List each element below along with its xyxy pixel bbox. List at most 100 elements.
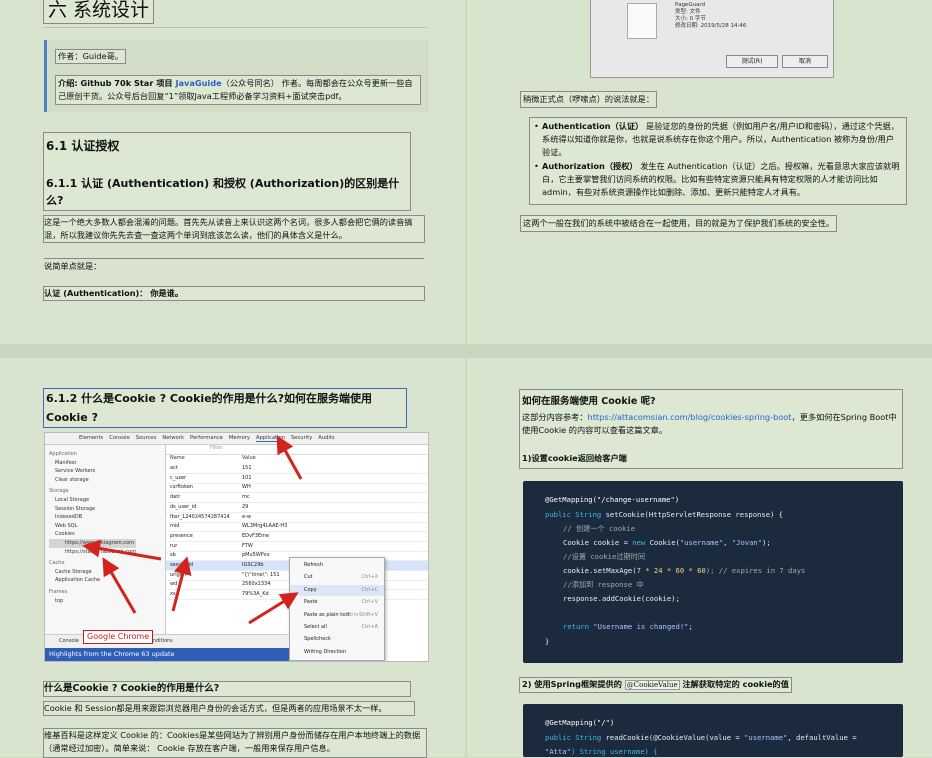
cookie-value-cell: EDvF3Eme	[242, 532, 270, 539]
code-line: Cookie cookie = new Cookie("username", "…	[563, 538, 771, 547]
cookie-paragraph-1: Cookie 和 Session都是用来跟踪浏览器用户身份的会话方式，但是两者的…	[43, 701, 415, 716]
devtools-tab-elements[interactable]: Elements	[79, 435, 103, 441]
sidebar-item[interactable]: Cookies	[49, 530, 136, 539]
sidebar-item[interactable]: Service Workers	[49, 467, 136, 476]
devtools-tabs: Elements Console Sources Network Performance…	[79, 434, 341, 443]
file-icon	[627, 3, 657, 39]
cookie-value-cell: 29	[242, 503, 249, 510]
bullet-dot: •	[534, 121, 539, 131]
col-value-header: Value	[242, 455, 256, 461]
menu-item[interactable]: Paste Ctrl+V	[290, 597, 384, 608]
authorization-term: Authorization（授权）	[542, 161, 638, 171]
table-row[interactable]: act 151	[166, 464, 428, 474]
heading-6-1-2: 6.1.2 什么是Cookie ? Cookie的作用是什么?如何在服务端使用 …	[43, 388, 407, 428]
menu-item-label: Cut	[304, 574, 313, 581]
cookie-paragraph-2: 维基百科是这样定义 Cookie 的：Cookies是某些网站为了辨别用户身份而…	[43, 728, 427, 758]
console-tab[interactable]: Console	[59, 638, 79, 644]
menu-item[interactable]: Paste as plain text Ctrl+Shift+V	[290, 610, 384, 621]
sidebar-item[interactable]: top	[49, 597, 136, 606]
sidebar-item: Application	[49, 451, 77, 457]
sidebar-item[interactable]: Application Cache	[49, 576, 136, 585]
menu-item-shortcut: Ctrl+Shift+V	[345, 611, 378, 618]
menu-item[interactable]: Select all Ctrl+A	[290, 622, 384, 633]
cookie-value-cell: mc	[242, 494, 250, 501]
dlg-type: 类型: 文件	[675, 9, 701, 15]
cookie-name-cell: mid	[170, 523, 180, 530]
highlights-bar: Highlights from the Chrome 63 update	[45, 648, 289, 661]
sidebar-item[interactable]: Web SQL	[49, 522, 136, 531]
sidebar-item[interactable]: IndexedDB	[49, 513, 136, 522]
step-2-a: 2) 使用Spring框架提供的	[522, 679, 625, 689]
sidebar-item[interactable]: Clear storage	[49, 476, 136, 485]
code-line: public String readCookie(@CookieValue(va…	[545, 733, 861, 742]
devtools-tab-audits[interactable]: Audits	[318, 435, 334, 441]
menu-item-label: Refresh	[304, 562, 323, 568]
table-row[interactable]: fbsr_124024574287414 e-w	[166, 513, 428, 523]
auth-paragraph-3: 认证 (Authentication)： 你是谁。	[43, 286, 425, 301]
table-row[interactable]: rur FTW	[166, 542, 428, 552]
table-row[interactable]: presence EDvF3Eme	[166, 532, 428, 542]
formal-lead: 稍微正式点（啰嗦点）的说法就是：	[520, 91, 658, 108]
heading-6-1-1: 6.1.1 认证 (Authentication) 和授权 (Authoriza…	[46, 177, 400, 207]
devtools-tab-application[interactable]: Application	[255, 435, 285, 442]
menu-item[interactable]: Copy Ctrl+C	[290, 584, 384, 596]
auth-definition: 认证 (Authentication)： 你是谁。	[44, 288, 184, 298]
devtools-tab-network[interactable]: Network	[162, 435, 184, 441]
menu-item[interactable]: Cut Ctrl+X	[290, 572, 384, 583]
code-line: //设置 cookie过期时间	[563, 552, 646, 561]
step-2-b: 注解获取特定的 cookie的值	[679, 679, 789, 689]
menu-item[interactable]: Writing Direction	[290, 647, 384, 658]
cookie-value-cell: FTW	[242, 542, 253, 549]
devtools-sidebar: Application Manifest Service Workers Clear …	[45, 445, 166, 634]
cookie-name-cell: act	[170, 465, 178, 471]
cookie-value-cell: e-w	[242, 513, 251, 520]
filter-input[interactable]: Filter	[210, 445, 222, 451]
menu-item-label: Paste as plain text	[304, 611, 350, 618]
table-row[interactable]: c_user 101	[166, 474, 428, 484]
table-row[interactable]: datr mc	[166, 493, 428, 504]
reference-link[interactable]: https://attacomsian.com/blog/cookies-spr…	[588, 412, 792, 422]
sidebar-item[interactable]: Manifest	[49, 459, 136, 468]
code-line: public String setCookie(HttpServletRespo…	[545, 510, 784, 519]
devtools-tab-console[interactable]: Console	[109, 435, 130, 441]
menu-item[interactable]: Refresh	[290, 560, 384, 571]
context-menu: Refresh Cut Ctrl+X Copy Ctrl+C Paste Ctrl+V Pas…	[289, 557, 385, 661]
cookie-name-cell: fbsr_124024574287414	[170, 513, 230, 520]
devtools-tab-security[interactable]: Security	[291, 435, 312, 441]
code-block-read-cookie: @GetMapping("/") public String readCooki…	[523, 704, 903, 757]
sidebar-item[interactable]: https://statics.facebook.com	[49, 548, 136, 557]
javaguide-link[interactable]: JavaGuide	[175, 78, 221, 88]
menu-item-shortcut: Ctrl+V	[361, 599, 378, 606]
devtools-tab-sources[interactable]: Sources	[136, 435, 157, 441]
devtools-tab-memory[interactable]: Memory	[229, 435, 250, 441]
server-cookie-block: 如何在服务端使用 Cookie 呢? 这部分内容参考：https://attac…	[519, 389, 903, 469]
page-top-left: 六 系统设计 作者：Guide哥。 介绍: Github 70k Star 项目…	[0, 0, 465, 344]
menu-item-shortcut: Ctrl+X	[361, 574, 378, 581]
table-row[interactable]: mid WL3Mrg4LAAE-H3	[166, 522, 428, 533]
cookie-name-cell: urlgen	[170, 571, 187, 578]
page-top-right: PageGuard 类型: 文件 大小: 0 字节 修改日期: 2019/5/2…	[467, 0, 932, 344]
combined-usage-paragraph: 这两个一般在我们的系统中被结合在一起使用，目的就是为了保护我们系统的安全性。	[520, 215, 838, 232]
menu-item-label: Copy	[304, 586, 317, 593]
table-row[interactable]: ds_user_id 29	[166, 503, 428, 513]
devtools-filter-bar: Filter	[166, 445, 428, 455]
menu-item-label: Spellcheck	[304, 636, 331, 643]
sidebar-item[interactable]: Cache Storage	[49, 568, 136, 577]
dialog-test-button[interactable]: 测试(R)	[726, 55, 778, 68]
sidebar-item[interactable]: https://www.instagram.com	[49, 538, 136, 548]
ref-a: 这部分内容参考：	[522, 412, 588, 422]
dialog-cancel-button[interactable]: 取消	[782, 55, 828, 68]
cookie-name-cell: sessionid	[170, 562, 194, 568]
table-row[interactable]: csrftoken WH	[166, 483, 428, 494]
cookie-value-cell: 101	[242, 474, 252, 481]
sidebar-item[interactable]: Session Storage	[49, 505, 136, 514]
sidebar-item[interactable]: Local Storage	[49, 496, 136, 505]
sidebar-item: Storage	[49, 488, 69, 495]
menu-item[interactable]: Spellcheck	[290, 634, 384, 645]
highlights-text: Highlights from the Chrome 63 update	[49, 650, 175, 658]
heading-what-is-cookie: 什么是Cookie ? Cookie的作用是什么?	[43, 681, 411, 697]
code-block-set-cookie: @GetMapping("/change-username") public S…	[523, 481, 903, 663]
devtools-tab-performance[interactable]: Performance	[190, 435, 223, 441]
cookie-value-cell: IGSC29b	[242, 562, 264, 568]
author-callout: 作者：Guide哥。 介绍: Github 70k Star 项目 JavaGu…	[44, 40, 429, 112]
